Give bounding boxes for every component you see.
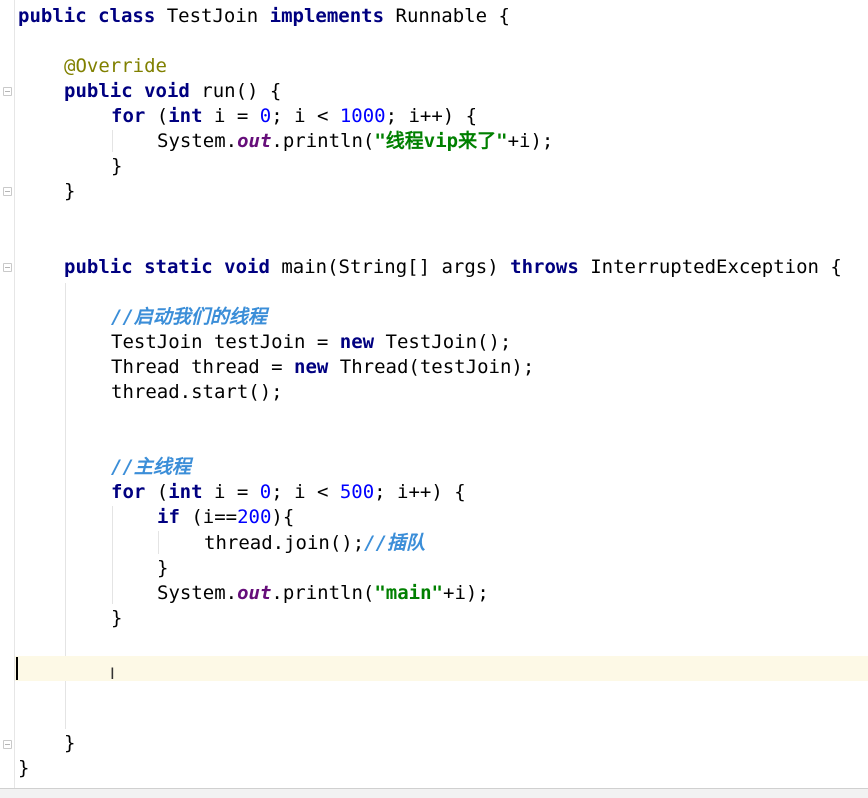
code-token: System. xyxy=(157,582,238,604)
code-token: ; i < xyxy=(271,105,340,127)
code-line[interactable]: if (i==200){ xyxy=(157,505,294,530)
code-token: ){ xyxy=(271,506,295,528)
code-line[interactable]: //主线程 xyxy=(111,455,191,480)
code-token: //主线程 xyxy=(111,456,191,478)
code-token: public void xyxy=(64,80,202,102)
code-token: Runnable { xyxy=(395,5,510,27)
code-line[interactable]: } xyxy=(64,179,75,204)
code-token: "main" xyxy=(374,582,443,604)
fold-icon[interactable] xyxy=(3,263,12,272)
code-token: InterruptedException { xyxy=(590,256,842,278)
mouse-ibeam-cursor-icon: I xyxy=(110,664,115,683)
code-token: ; i++) { xyxy=(385,105,478,127)
code-token: //插队 xyxy=(364,532,426,554)
code-token: throws xyxy=(510,256,591,278)
code-token: ( xyxy=(156,105,169,127)
code-editor[interactable]: I public class TestJoin implements Runna… xyxy=(0,0,868,788)
code-token: 0 xyxy=(259,481,272,503)
code-token: public static void xyxy=(64,256,282,278)
code-token: TestJoin xyxy=(166,5,270,27)
code-line[interactable]: } xyxy=(157,556,168,581)
code-line[interactable]: thread.start(); xyxy=(111,380,283,405)
fold-icon[interactable] xyxy=(3,87,12,96)
code-line[interactable]: public void run() { xyxy=(64,79,281,104)
code-token: } xyxy=(64,732,76,754)
code-token: Thread(testJoin); xyxy=(339,356,535,378)
text-caret xyxy=(16,657,18,680)
code-token: new xyxy=(294,356,340,378)
code-token: } xyxy=(157,557,169,579)
code-line[interactable]: } xyxy=(64,731,75,756)
fold-icon[interactable] xyxy=(3,187,12,196)
code-token: main(String[] args) xyxy=(281,256,511,278)
code-line[interactable]: Thread thread = new Thread(testJoin); xyxy=(111,355,534,380)
code-line[interactable]: //启动我们的线程 xyxy=(111,305,267,330)
code-token: run() { xyxy=(201,80,282,102)
code-token: new xyxy=(339,331,386,353)
code-token: i = xyxy=(213,481,260,503)
code-line[interactable]: public static void main(String[] args) t… xyxy=(64,255,842,280)
code-token: if xyxy=(157,506,192,528)
code-token: TestJoin testJoin = xyxy=(111,331,340,353)
code-token: .println( xyxy=(271,130,375,152)
code-line[interactable]: } xyxy=(111,606,122,631)
code-line[interactable]: @Override xyxy=(64,54,167,79)
code-line[interactable]: } xyxy=(111,154,122,179)
code-token: 0 xyxy=(259,105,272,127)
code-token: } xyxy=(64,180,76,202)
code-token: +i); xyxy=(443,582,489,604)
code-token: int xyxy=(168,105,214,127)
code-token: thread.start(); xyxy=(111,381,283,403)
code-line[interactable]: TestJoin testJoin = new TestJoin(); xyxy=(111,330,511,355)
code-token: ( xyxy=(156,481,169,503)
code-token: thread.join(); xyxy=(204,532,365,554)
code-token: (i== xyxy=(191,506,238,528)
code-token: +i); xyxy=(507,130,554,152)
code-token: public class xyxy=(18,5,167,27)
code-token: System. xyxy=(157,130,238,152)
code-token: "线程vip来了" xyxy=(374,130,508,152)
code-line[interactable]: System.out.println("线程vip来了"+i); xyxy=(157,129,553,154)
fold-icon[interactable] xyxy=(3,740,12,749)
code-token: out xyxy=(237,130,272,152)
indent-guide xyxy=(158,531,159,554)
code-token: } xyxy=(111,155,123,177)
code-line[interactable]: for (int i = 0; i < 500; i++) { xyxy=(111,480,466,505)
code-token: for xyxy=(111,105,157,127)
code-token: 500 xyxy=(339,481,375,503)
code-token: for xyxy=(111,481,157,503)
code-token: .println( xyxy=(271,582,375,604)
code-line[interactable]: thread.join();//插队 xyxy=(204,531,425,556)
code-line[interactable]: } xyxy=(18,756,29,781)
code-line[interactable]: for (int i = 0; i < 1000; i++) { xyxy=(111,104,477,129)
code-token: @Override xyxy=(64,55,167,77)
code-line[interactable]: System.out.println("main"+i); xyxy=(157,581,489,606)
code-token: //启动我们的线程 xyxy=(111,306,267,328)
indent-guide xyxy=(112,130,113,152)
code-token: int xyxy=(168,481,214,503)
code-token: out xyxy=(237,582,272,604)
code-token: } xyxy=(111,607,123,629)
indent-guide xyxy=(112,506,113,604)
code-token: ; i < xyxy=(271,481,340,503)
code-token: Thread thread = xyxy=(111,356,295,378)
code-token: 1000 xyxy=(339,105,386,127)
code-token: implements xyxy=(269,5,396,27)
code-token: i = xyxy=(213,105,260,127)
current-line-highlight xyxy=(15,656,868,681)
code-token: } xyxy=(18,757,30,779)
code-token: ; i++) { xyxy=(374,481,466,503)
code-line[interactable]: public class TestJoin implements Runnabl… xyxy=(18,4,510,29)
code-token: TestJoin(); xyxy=(385,331,512,353)
editor-gutter xyxy=(0,0,14,788)
code-token: 200 xyxy=(237,506,272,528)
